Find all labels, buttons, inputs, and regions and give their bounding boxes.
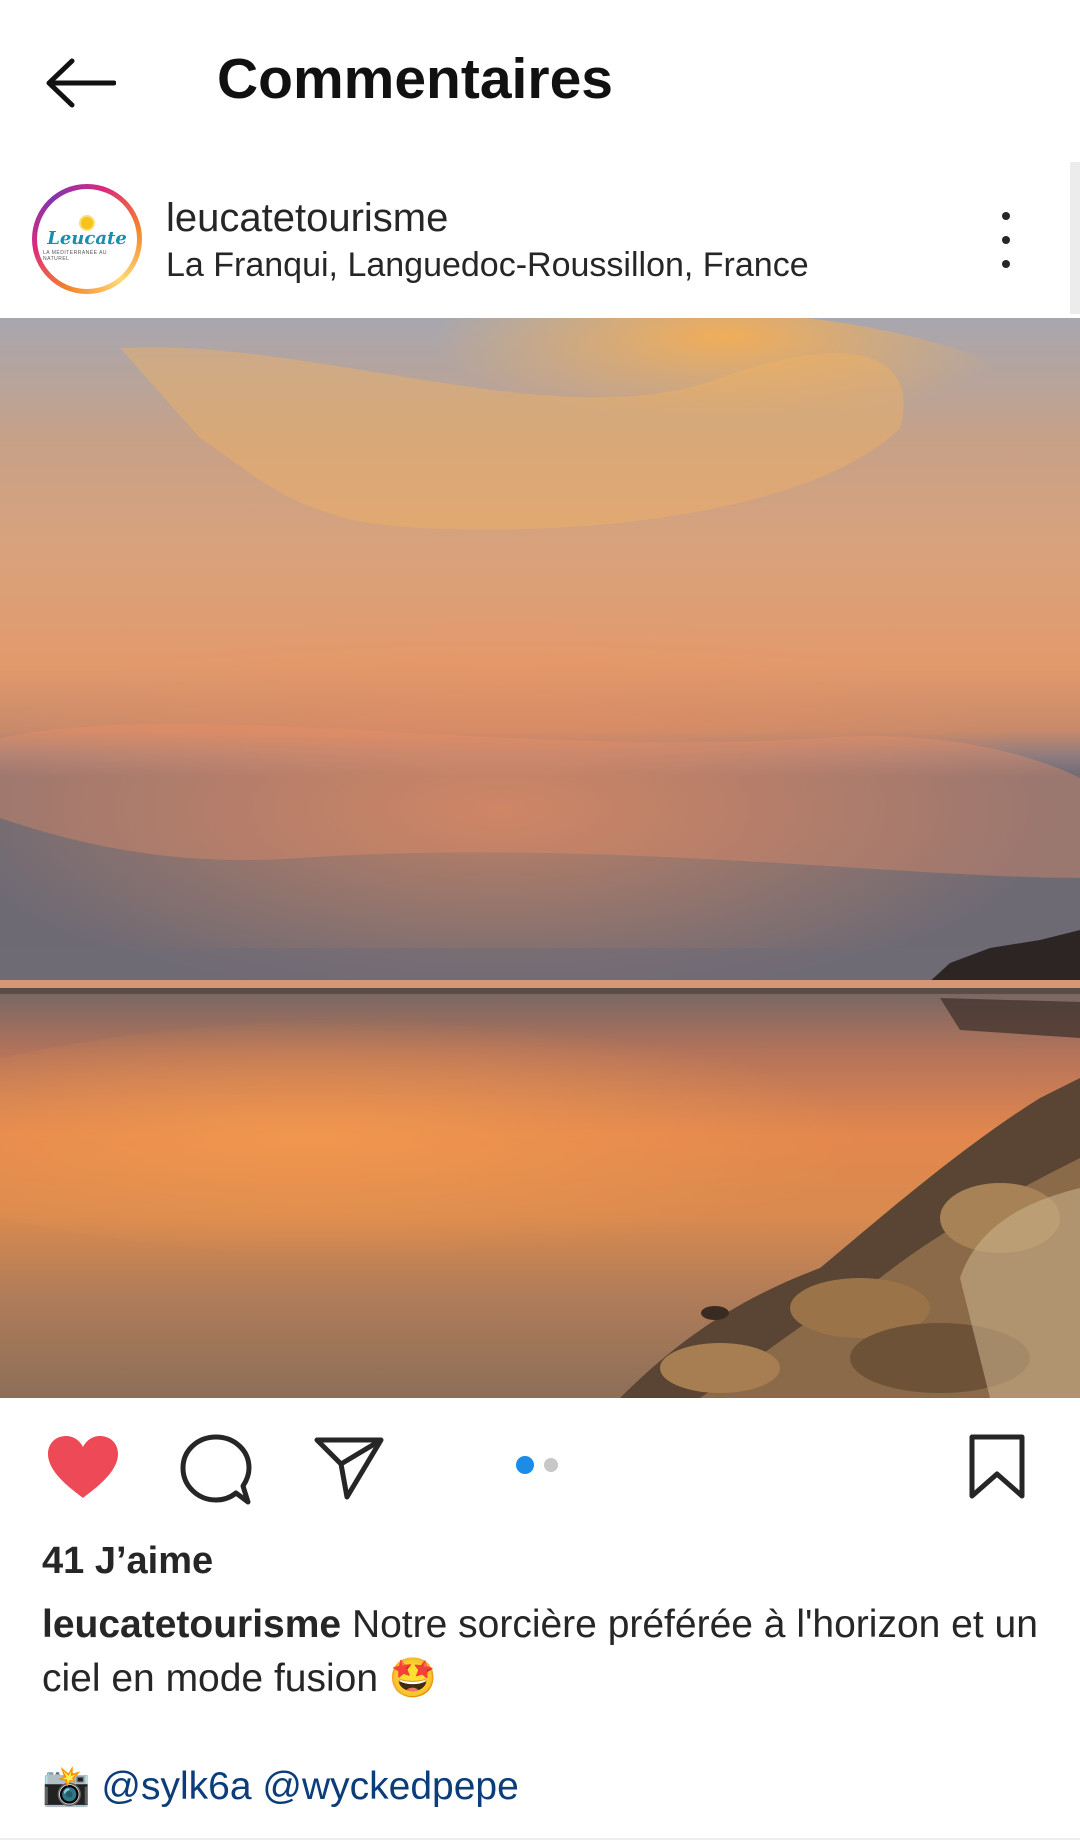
likes-count[interactable]: 41 J’aime xyxy=(42,1540,213,1583)
more-dot-icon xyxy=(1002,260,1010,268)
logo-word: Leucate xyxy=(47,227,127,249)
post-location[interactable]: La Franqui, Languedoc-Roussillon, France xyxy=(166,246,809,285)
bookmark-icon xyxy=(969,1434,1025,1499)
top-bar: Commentaires xyxy=(0,0,1080,160)
page-title: Commentaires xyxy=(217,47,613,111)
more-options-button[interactable] xyxy=(996,212,1016,268)
post-photo[interactable] xyxy=(0,318,1080,1398)
save-button[interactable] xyxy=(968,1434,1026,1505)
more-dot-icon xyxy=(1002,212,1010,220)
carousel-indicator xyxy=(516,1456,558,1474)
photo-credits: 📸 @sylk6a @wyckedpepe xyxy=(42,1760,519,1814)
comment-bubble-icon xyxy=(180,1434,252,1505)
post-header: Leucate LA MÉDITERRANÉE AU NATUREL leuca… xyxy=(0,160,1080,318)
more-dot-icon xyxy=(1002,236,1010,244)
post-username[interactable]: leucatetourisme xyxy=(166,196,448,241)
post-caption: leucatetourisme Notre sorcière préférée … xyxy=(42,1598,1052,1706)
mention-link[interactable]: @sylk6a xyxy=(101,1765,251,1808)
logo-subtext: LA MÉDITERRANÉE AU NATUREL xyxy=(43,249,108,262)
heart-filled-icon xyxy=(48,1436,118,1498)
carousel-dot-active xyxy=(516,1456,534,1474)
share-button[interactable] xyxy=(314,1436,384,1505)
like-button[interactable] xyxy=(46,1434,120,1505)
carousel-dot xyxy=(544,1458,558,1472)
arrow-left-icon xyxy=(46,58,116,108)
paper-plane-icon xyxy=(314,1437,384,1500)
caption-username[interactable]: leucatetourisme xyxy=(42,1603,341,1646)
comment-button[interactable] xyxy=(180,1434,252,1511)
mention-link[interactable]: @wyckedpepe xyxy=(262,1765,518,1808)
sunset-lagoon-photo xyxy=(0,318,1080,1398)
avatar[interactable]: Leucate LA MÉDITERRANÉE AU NATUREL xyxy=(32,184,142,294)
camera-emoji: 📸 xyxy=(42,1765,91,1808)
back-button[interactable] xyxy=(44,50,124,116)
leucate-logo: Leucate LA MÉDITERRANÉE AU NATUREL xyxy=(43,195,131,283)
sun-icon xyxy=(81,216,93,229)
